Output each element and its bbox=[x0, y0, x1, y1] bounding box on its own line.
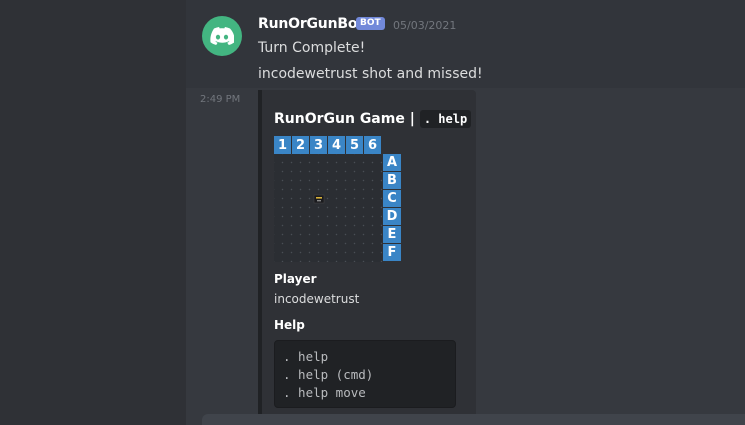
board-column-labels: 1 2 3 4 5 6 bbox=[274, 136, 382, 154]
row-label: C bbox=[383, 190, 401, 208]
embed-title: RunOrGun Game | . help bbox=[274, 110, 472, 128]
code-line: . help (cmd) bbox=[283, 367, 374, 382]
channel-sidebar bbox=[0, 0, 186, 425]
game-board bbox=[274, 154, 382, 262]
bot-badge: BOT bbox=[356, 17, 385, 30]
embed-title-text: RunOrGun Game | bbox=[274, 111, 415, 127]
discord-logo-icon bbox=[210, 27, 234, 45]
embed-title-code: . help bbox=[419, 110, 472, 128]
help-code-block: . help . help (cmd) . help move bbox=[274, 340, 456, 408]
message-input-bar[interactable] bbox=[202, 414, 745, 425]
row-label: D bbox=[383, 208, 401, 226]
message-timestamp: 05/03/2021 bbox=[393, 19, 457, 32]
column-label: 3 bbox=[310, 136, 328, 154]
row-label: F bbox=[383, 244, 401, 262]
column-label: 2 bbox=[292, 136, 310, 154]
column-label: 4 bbox=[328, 136, 346, 154]
bot-avatar[interactable] bbox=[202, 16, 242, 56]
message-line-1: Turn Complete! bbox=[258, 40, 366, 56]
board-row-labels: A B C D E F bbox=[383, 154, 401, 262]
column-label: 5 bbox=[346, 136, 364, 154]
field-help-name: Help bbox=[274, 318, 305, 332]
row-label: B bbox=[383, 172, 401, 190]
author-name[interactable]: RunOrGunBot bbox=[258, 16, 364, 32]
column-label: 6 bbox=[364, 136, 382, 154]
player-piece-icon bbox=[313, 194, 325, 204]
code-line: . help move bbox=[283, 385, 366, 400]
field-player-name: Player bbox=[274, 272, 317, 286]
side-timestamp: 2:49 PM bbox=[200, 94, 241, 105]
code-line: . help bbox=[283, 349, 329, 364]
row-label: A bbox=[383, 154, 401, 172]
message-line-2: incodewetrust shot and missed! bbox=[258, 66, 483, 82]
row-label: E bbox=[383, 226, 401, 244]
column-label: 1 bbox=[274, 136, 292, 154]
field-player-value: incodewetrust bbox=[274, 292, 360, 306]
